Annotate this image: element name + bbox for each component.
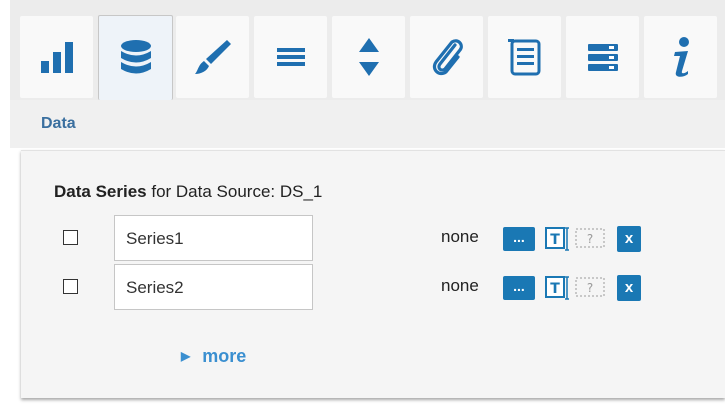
series-mapping-label: none — [441, 227, 479, 246]
series-more-options-button[interactable]: ... — [503, 227, 535, 251]
more-link-label: more — [202, 346, 247, 366]
list-icon — [507, 39, 540, 76]
server-rows-icon — [587, 44, 618, 71]
text-field-icon[interactable]: T — [545, 226, 571, 252]
series-row: Series1 none ... T ? x — [21, 215, 725, 263]
series-more-options-button[interactable]: ... — [503, 276, 535, 300]
caret-right-icon: ▶ — [181, 349, 191, 363]
heading-bold: Data Series — [54, 182, 147, 201]
more-link[interactable]: ▶ more — [181, 346, 246, 367]
breadcrumb: Data — [10, 100, 725, 148]
text-field-icon[interactable]: T — [545, 275, 571, 301]
help-placeholder-icon[interactable]: ? — [575, 276, 605, 298]
toolbar-tabs — [10, 0, 725, 100]
series-delete-button[interactable]: x — [617, 226, 641, 252]
series-name-input[interactable]: Series2 — [114, 264, 313, 310]
svg-text:?: ? — [587, 232, 593, 246]
heading-rest: for Data Source: DS_1 — [146, 182, 323, 201]
menu-lines-icon — [276, 48, 305, 66]
series-delete-button[interactable]: x — [617, 275, 641, 301]
sort-arrows-icon — [358, 38, 379, 76]
svg-text:T: T — [550, 232, 560, 248]
series-checkbox[interactable] — [63, 279, 78, 294]
series-mapping-label: none — [441, 276, 479, 295]
tab-attachment[interactable] — [410, 16, 483, 98]
database-icon — [120, 40, 151, 74]
series-row: Series2 none ... T ? x — [21, 264, 725, 312]
tab-rows[interactable] — [566, 16, 639, 98]
tab-data[interactable] — [98, 15, 173, 100]
data-series-panel: Data Series for Data Source: DS_1 Series… — [21, 150, 725, 398]
series-name-input[interactable]: Series1 — [114, 215, 313, 261]
svg-text:?: ? — [587, 281, 593, 295]
tab-info[interactable] — [644, 16, 717, 98]
tab-chart[interactable] — [20, 16, 93, 98]
tab-style[interactable] — [176, 16, 249, 98]
paperclip-icon — [432, 39, 463, 76]
breadcrumb-label: Data — [41, 115, 76, 132]
tab-lines[interactable] — [254, 16, 327, 98]
brush-icon — [194, 40, 231, 74]
data-series-heading: Data Series for Data Source: DS_1 — [54, 182, 322, 202]
tab-sort[interactable] — [332, 16, 405, 98]
svg-text:T: T — [550, 281, 560, 297]
info-icon — [673, 37, 689, 77]
tab-list[interactable] — [488, 16, 561, 98]
series-checkbox[interactable] — [63, 230, 78, 245]
help-placeholder-icon[interactable]: ? — [575, 227, 605, 249]
bar-chart-icon — [40, 42, 73, 73]
